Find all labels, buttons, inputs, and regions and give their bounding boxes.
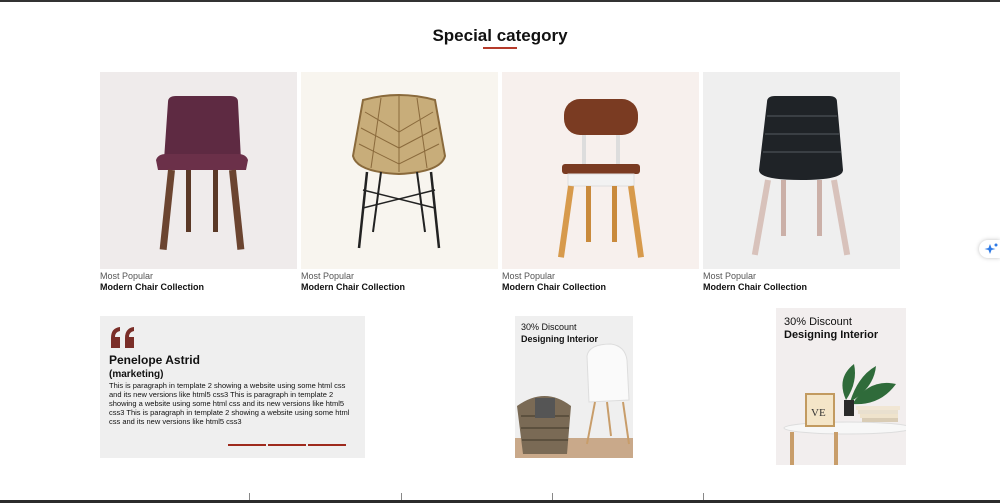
product-category: Most Popular [502,271,556,281]
promo-card[interactable]: VE 30% Discount Designing Interior [776,308,906,465]
promo-discount: 30% Discount [521,322,577,332]
product-category: Most Popular [703,271,757,281]
promo-heading: Designing Interior [521,334,599,344]
product-category: Most Popular [301,271,355,281]
footer-divider [703,493,704,500]
product-image[interactable] [502,72,699,269]
product-name[interactable]: Modern Chair Collection [301,281,498,293]
product-card[interactable]: Most Popular Modern Chair Collection [502,72,699,293]
testimonial-name: Penelope Astrid [109,353,200,367]
carousel-indicators [228,444,346,446]
product-card[interactable]: Most Popular Modern Chair Collection [301,72,498,293]
title-underline [483,47,517,49]
top-border [0,0,1000,2]
product-name[interactable]: Modern Chair Collection [502,281,699,293]
testimonial-text: This is paragraph in template 2 showing … [109,381,350,426]
product-card[interactable]: Most Popular Modern Chair Collection [703,72,900,293]
promo-discount: 30% Discount [784,316,852,328]
brown-chair-image [558,99,644,258]
testimonial-role: (marketing) [109,369,164,380]
svg-text:VE: VE [811,407,826,419]
footer-divider [552,493,553,500]
product-category: Most Popular [100,271,154,281]
promo-card[interactable]: 30% Discount Designing Interior [515,316,633,458]
carousel-dot[interactable] [228,444,266,446]
product-image[interactable] [100,72,297,269]
rattan-chair-image [351,94,447,249]
footer-divider [249,493,250,500]
floating-action-button[interactable] [979,240,1000,258]
carousel-dot[interactable] [308,444,346,446]
product-card[interactable]: Most Popular Modern Chair Collection [100,72,297,293]
product-image[interactable] [703,72,900,269]
testimonial-card: Penelope Astrid (marketing) This is para… [100,316,365,458]
promo-heading: Designing Interior [784,329,879,341]
product-name[interactable]: Modern Chair Collection [703,281,900,293]
black-chair-image [751,96,851,256]
product-name[interactable]: Modern Chair Collection [100,281,297,293]
product-image[interactable] [301,72,498,269]
quote-icon [111,327,134,348]
carousel-dot[interactable] [268,444,306,446]
purple-chair-image [156,96,248,250]
section-title: Special category [432,26,568,45]
footer-divider [401,493,402,500]
sparkle-icon [984,243,998,254]
